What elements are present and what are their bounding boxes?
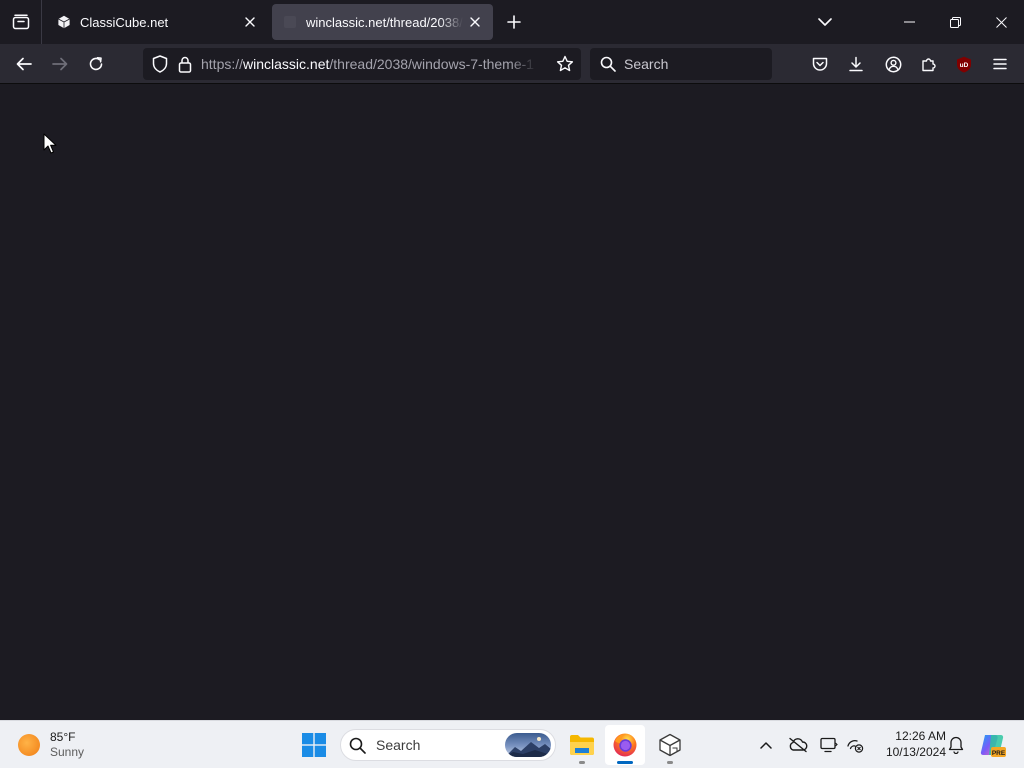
active-indicator: [617, 761, 633, 764]
minimize-icon: [903, 21, 915, 23]
pocket-button[interactable]: [806, 50, 834, 78]
running-indicator: [667, 761, 673, 764]
file-explorer-icon: [570, 735, 594, 755]
application-menu-button[interactable]: [986, 50, 1014, 78]
bookmark-star-button[interactable]: [555, 54, 575, 74]
hamburger-menu-icon: [993, 58, 1007, 70]
chevron-down-icon: [818, 18, 832, 26]
tracking-protection-shield-icon[interactable]: [151, 55, 169, 73]
start-button[interactable]: [294, 725, 334, 765]
tab-winclassic[interactable]: winclassic.net/thread/2038/windows-7-the…: [272, 4, 493, 40]
close-tab-button[interactable]: [238, 10, 262, 34]
search-highlight-image: [505, 733, 551, 757]
network-tray-icon[interactable]: [841, 729, 869, 761]
onedrive-tray-icon[interactable]: [784, 729, 812, 761]
ublock-origin-button[interactable]: uD: [950, 50, 978, 78]
mouse-cursor-icon: [43, 133, 57, 154]
downloads-button[interactable]: [842, 50, 870, 78]
clock-time: 12:26 AM: [895, 729, 946, 743]
list-tabs-dropdown[interactable]: [813, 10, 837, 34]
cloud-offline-icon: [789, 737, 808, 753]
running-indicator: [579, 761, 585, 764]
copilot-button[interactable]: PRE: [978, 730, 1008, 760]
reload-button[interactable]: [80, 48, 112, 80]
copilot-icon: PRE: [980, 735, 1006, 757]
close-tab-button[interactable]: [463, 10, 487, 34]
restore-button[interactable]: [932, 0, 978, 44]
weather-condition: Sunny: [50, 745, 85, 759]
url-scheme: https://: [201, 56, 244, 72]
back-button[interactable]: [8, 48, 40, 80]
system-clock[interactable]: 12:26 AM 10/13/2024: [872, 728, 946, 760]
tab-title: ClassiCube.net: [80, 14, 169, 30]
weather-widget[interactable]: 85°F Sunny: [18, 727, 84, 763]
url-host: winclassic.net: [243, 56, 330, 72]
search-icon: [349, 737, 366, 754]
display-tray-icon[interactable]: [815, 729, 843, 761]
pre-badge: PRE: [992, 750, 1006, 757]
notifications-button[interactable]: [944, 731, 968, 759]
taskbar-search-placeholder: Search: [376, 737, 421, 753]
search-icon: [600, 56, 616, 72]
taskbar-firefox[interactable]: [605, 725, 645, 765]
lock-icon[interactable]: [177, 55, 193, 73]
monitor-icon: [820, 737, 838, 753]
tab-manager-icon: [12, 14, 29, 30]
address-bar[interactable]: https://winclassic.net/thread/2038/windo…: [143, 48, 581, 80]
close-icon: [995, 16, 1007, 28]
taskbar-search-box[interactable]: Search: [340, 729, 556, 761]
navigation-toolbar: https://winclassic.net/thread/2038/windo…: [0, 44, 1024, 84]
url-text[interactable]: https://winclassic.net/thread/2038/windo…: [201, 56, 537, 72]
taskbar-file-explorer[interactable]: [562, 725, 602, 765]
tab-strip: ClassiCube.net winclassic.net/thread/203…: [0, 0, 1024, 44]
star-icon: [556, 55, 574, 72]
extensions-icon: [922, 58, 936, 72]
close-icon: [470, 17, 480, 27]
new-tab-button[interactable]: [502, 10, 526, 34]
ublock-label: uD: [960, 62, 969, 69]
network-disconnected-icon: [847, 740, 864, 753]
cube-app-icon: [659, 733, 681, 757]
search-bar[interactable]: Search: [590, 48, 772, 80]
clock-date: 10/13/2024: [885, 745, 946, 759]
tab-title: winclassic.net/thread/2038/windows-7-the…: [306, 14, 463, 30]
pocket-icon: [812, 57, 828, 71]
forward-button[interactable]: [44, 48, 76, 80]
tab-classicube[interactable]: ClassiCube.net: [46, 4, 268, 40]
arrow-right-icon: [52, 57, 68, 71]
download-icon: [849, 56, 863, 72]
taskbar: 85°F Sunny Search 12:26 AM 10/13/2024 PR…: [0, 720, 1024, 768]
taskbar-cube-app[interactable]: [650, 725, 690, 765]
account-button[interactable]: [879, 50, 907, 78]
close-window-button[interactable]: [978, 0, 1024, 44]
arrow-left-icon: [16, 57, 32, 71]
search-placeholder: Search: [624, 56, 669, 72]
blank-favicon-icon: [282, 14, 298, 30]
plus-icon: [507, 15, 521, 29]
sun-icon: [18, 734, 40, 756]
show-hidden-icons-button[interactable]: [752, 729, 780, 761]
list-all-tabs-button[interactable]: [0, 0, 42, 44]
minimize-button[interactable]: [886, 0, 932, 44]
restore-icon: [949, 16, 961, 28]
bell-icon: [948, 736, 964, 754]
chevron-up-icon: [760, 742, 772, 749]
ublock-origin-icon: uD: [957, 56, 971, 72]
cube-favicon-icon: [56, 14, 72, 30]
url-path: /thread/2038/windows-7-theme-1: [329, 56, 535, 72]
reload-icon: [89, 57, 103, 71]
page-content-area[interactable]: [0, 84, 1024, 720]
close-icon: [245, 17, 255, 27]
windows-logo-icon: [302, 733, 326, 757]
firefox-icon: [613, 733, 637, 757]
weather-temperature: 85°F: [50, 730, 76, 744]
extensions-button[interactable]: [915, 50, 943, 78]
account-icon: [885, 56, 901, 72]
